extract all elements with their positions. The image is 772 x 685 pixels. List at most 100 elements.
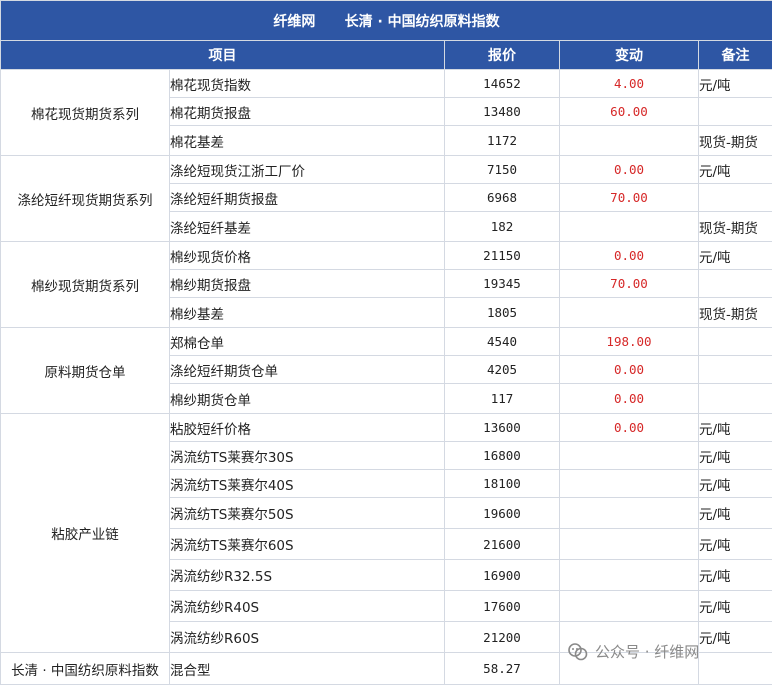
table-title: 纤维网 长清 · 中国纺织原料指数 <box>1 1 772 41</box>
price-cell: 13480 <box>445 98 560 126</box>
note-cell: 元/吨 <box>699 442 772 470</box>
item-cell: 棉纱基差 <box>170 298 445 328</box>
column-header-change: 变动 <box>560 41 699 70</box>
item-cell: 涤纶短现货江浙工厂价 <box>170 156 445 184</box>
item-cell: 涤纶短纤期货报盘 <box>170 184 445 212</box>
note-cell: 元/吨 <box>699 622 772 653</box>
note-cell: 现货-期货 <box>699 298 772 328</box>
change-cell <box>560 529 699 560</box>
price-cell: 182 <box>445 212 560 242</box>
change-cell <box>560 470 699 498</box>
item-cell: 涡流纺TS莱赛尔40S <box>170 470 445 498</box>
item-cell: 棉纱现货价格 <box>170 242 445 270</box>
change-cell: 0.00 <box>560 414 699 442</box>
item-cell: 涡流纺TS莱赛尔30S <box>170 442 445 470</box>
change-cell <box>560 591 699 622</box>
price-cell: 4205 <box>445 356 560 384</box>
table-row: 棉花现货期货系列棉花现货指数146524.00元/吨 <box>1 70 772 98</box>
note-cell: 元/吨 <box>699 591 772 622</box>
price-cell: 21200 <box>445 622 560 653</box>
change-cell: 70.00 <box>560 270 699 298</box>
change-cell: 0.00 <box>560 156 699 184</box>
price-cell: 13600 <box>445 414 560 442</box>
summary-change-empty <box>560 653 699 685</box>
item-cell: 棉纱期货报盘 <box>170 270 445 298</box>
table-row: 涤纶短纤现货期货系列涤纶短现货江浙工厂价71500.00元/吨 <box>1 156 772 184</box>
summary-value: 58.27 <box>445 653 560 685</box>
group-label: 粘胶产业链 <box>1 414 170 653</box>
note-cell <box>699 98 772 126</box>
table-row: 原料期货仓单郑棉仓单4540198.00 <box>1 328 772 356</box>
note-cell: 元/吨 <box>699 414 772 442</box>
note-cell <box>699 356 772 384</box>
item-cell: 棉花期货报盘 <box>170 98 445 126</box>
price-cell: 21150 <box>445 242 560 270</box>
change-cell: 0.00 <box>560 356 699 384</box>
price-cell: 19600 <box>445 498 560 529</box>
group-label: 棉纱现货期货系列 <box>1 242 170 328</box>
group-label: 棉花现货期货系列 <box>1 70 170 156</box>
note-cell: 元/吨 <box>699 498 772 529</box>
note-cell <box>699 328 772 356</box>
table-row: 棉纱现货期货系列棉纱现货价格211500.00元/吨 <box>1 242 772 270</box>
change-cell: 4.00 <box>560 70 699 98</box>
index-table: 纤维网 长清 · 中国纺织原料指数 项目 报价 变动 备注 棉花现货期货系列棉花… <box>0 0 772 685</box>
item-cell: 棉花现货指数 <box>170 70 445 98</box>
change-cell: 70.00 <box>560 184 699 212</box>
price-cell: 4540 <box>445 328 560 356</box>
change-cell <box>560 126 699 156</box>
item-cell: 涡流纺TS莱赛尔50S <box>170 498 445 529</box>
item-cell: 涤纶短纤基差 <box>170 212 445 242</box>
change-cell: 0.00 <box>560 242 699 270</box>
change-cell <box>560 498 699 529</box>
note-cell <box>699 184 772 212</box>
note-cell <box>699 270 772 298</box>
note-cell: 元/吨 <box>699 156 772 184</box>
change-cell <box>560 560 699 591</box>
note-cell: 元/吨 <box>699 529 772 560</box>
change-cell: 198.00 <box>560 328 699 356</box>
item-cell: 涡流纺纱R32.5S <box>170 560 445 591</box>
summary-row: 长清 · 中国纺织原料指数混合型58.27 <box>1 653 772 685</box>
column-header-item: 项目 <box>1 41 445 70</box>
change-cell: 60.00 <box>560 98 699 126</box>
note-cell: 现货-期货 <box>699 126 772 156</box>
item-cell: 粘胶短纤价格 <box>170 414 445 442</box>
summary-label: 长清 · 中国纺织原料指数 <box>1 653 170 685</box>
column-header-row: 项目 报价 变动 备注 <box>1 41 772 70</box>
price-cell: 18100 <box>445 470 560 498</box>
price-cell: 21600 <box>445 529 560 560</box>
price-cell: 117 <box>445 384 560 414</box>
summary-type: 混合型 <box>170 653 445 685</box>
price-cell: 7150 <box>445 156 560 184</box>
change-cell <box>560 442 699 470</box>
item-cell: 涤纶短纤期货仓单 <box>170 356 445 384</box>
title-source: 纤维网 <box>273 14 315 30</box>
price-cell: 6968 <box>445 184 560 212</box>
change-cell <box>560 298 699 328</box>
note-cell: 元/吨 <box>699 70 772 98</box>
price-cell: 16900 <box>445 560 560 591</box>
item-cell: 涡流纺纱R40S <box>170 591 445 622</box>
item-cell: 棉纱期货仓单 <box>170 384 445 414</box>
title-index-name: 长清 · 中国纺织原料指数 <box>345 14 500 30</box>
price-cell: 14652 <box>445 70 560 98</box>
column-header-note: 备注 <box>699 41 772 70</box>
note-cell <box>699 384 772 414</box>
note-cell: 元/吨 <box>699 560 772 591</box>
table-body: 棉花现货期货系列棉花现货指数146524.00元/吨棉花期货报盘1348060.… <box>1 70 772 685</box>
price-cell: 19345 <box>445 270 560 298</box>
price-cell: 16800 <box>445 442 560 470</box>
summary-note-empty <box>699 653 772 685</box>
group-label: 原料期货仓单 <box>1 328 170 414</box>
item-cell: 涡流纺TS莱赛尔60S <box>170 529 445 560</box>
title-row: 纤维网 长清 · 中国纺织原料指数 <box>1 1 772 41</box>
item-cell: 郑棉仓单 <box>170 328 445 356</box>
note-cell: 现货-期货 <box>699 212 772 242</box>
price-cell: 1805 <box>445 298 560 328</box>
change-cell <box>560 212 699 242</box>
item-cell: 棉花基差 <box>170 126 445 156</box>
note-cell: 元/吨 <box>699 242 772 270</box>
change-cell: 0.00 <box>560 384 699 414</box>
group-label: 涤纶短纤现货期货系列 <box>1 156 170 242</box>
